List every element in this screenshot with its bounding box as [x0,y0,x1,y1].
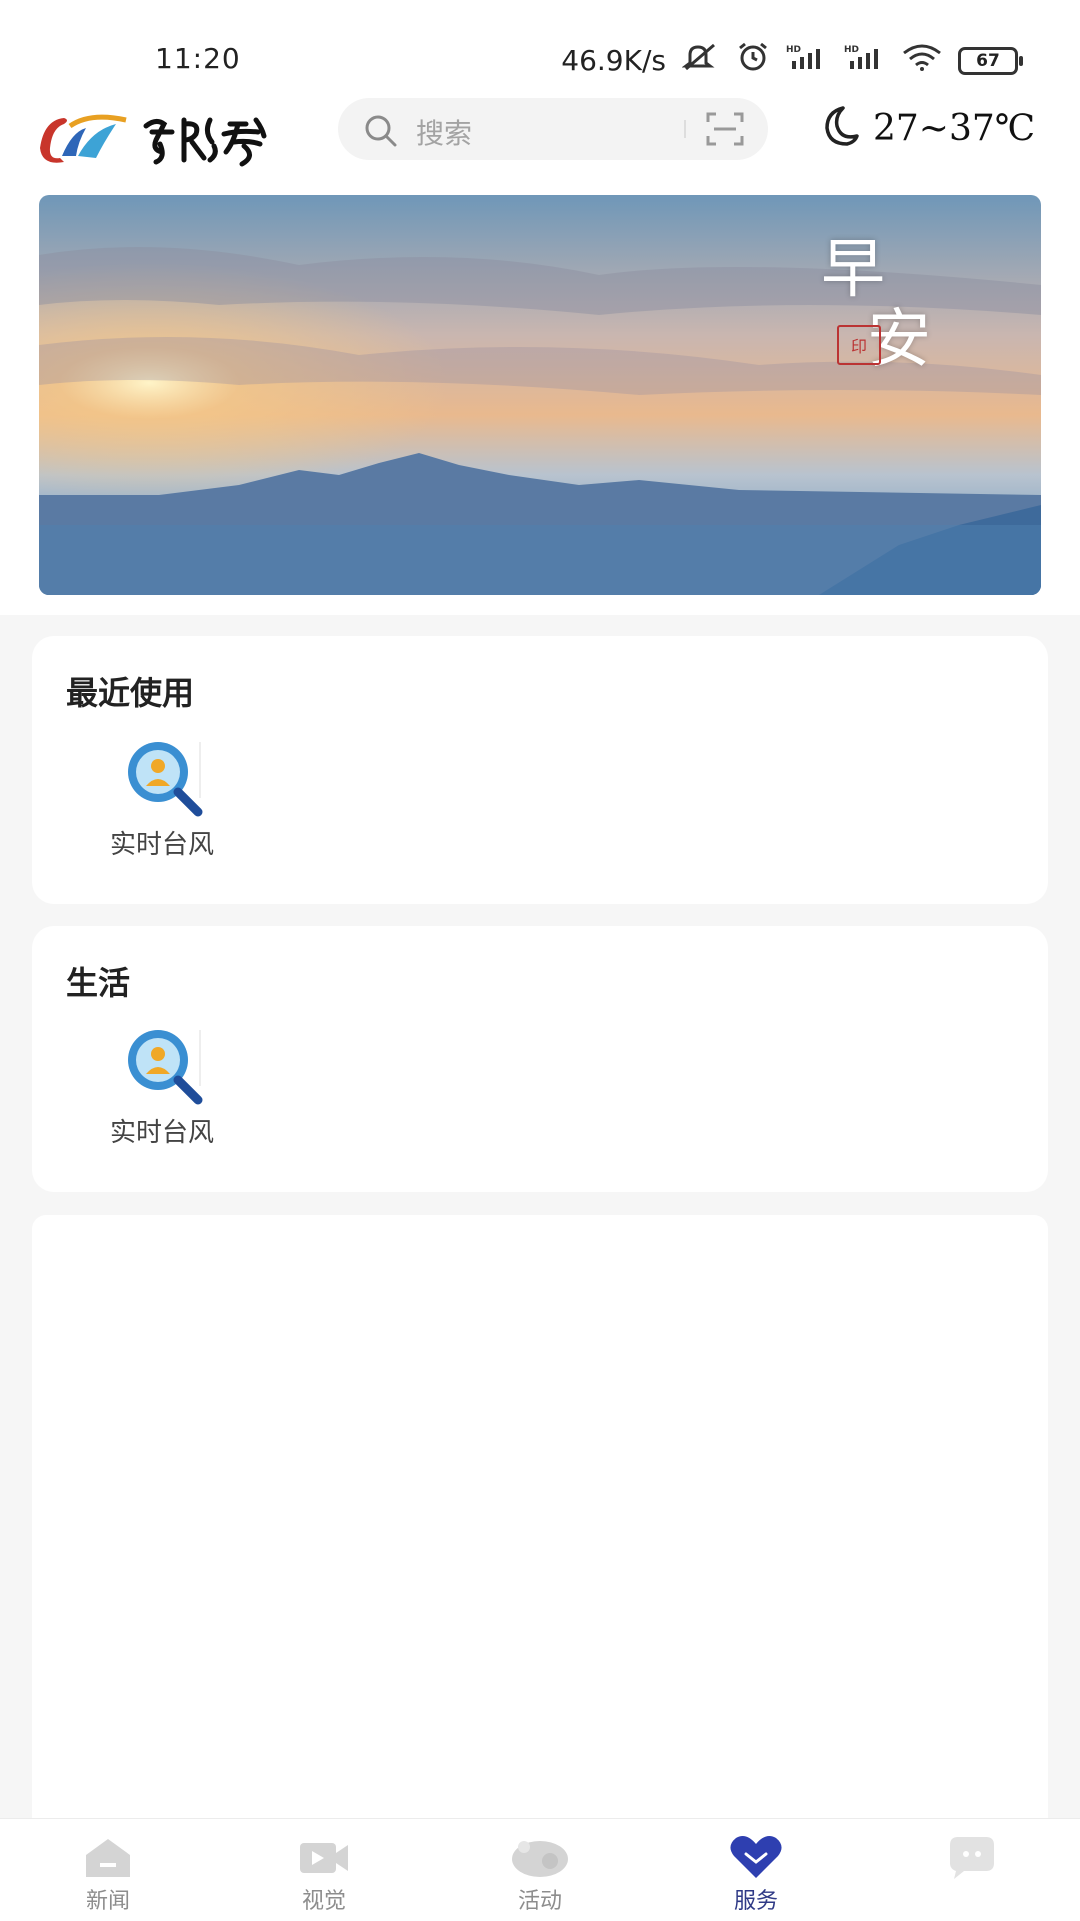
status-time: 11:20 [155,42,241,75]
moon-icon [815,104,859,152]
home-icon [48,1833,168,1881]
network-speed: 46.9K/s [561,44,666,77]
mute-icon [681,43,720,78]
svg-text:HD: HD [844,45,859,55]
banner-image[interactable]: 早 安 印 [39,195,1041,595]
recent-card: 最近使用 实时台风 [32,636,1048,904]
svg-text:HD: HD [786,45,801,55]
service-label: 实时台风 [109,1118,214,1148]
wifi-icon [902,43,942,78]
weather-widget[interactable]: 27~37℃ [815,104,1035,152]
tab-chat[interactable] [912,1833,1032,1883]
app-logo[interactable] [34,102,294,172]
bottom-tab-bar: 新闻 视觉 活动 服务 [0,1818,1080,1921]
scan-icon[interactable] [706,112,744,150]
temperature-text: 27~37℃ [873,107,1036,149]
status-icons: 46.9K/s HD HD 67 [561,42,1023,79]
app-header: 搜索 27~37℃ [0,90,1080,180]
service-typhoon-life[interactable]: 实时台风 [92,1026,232,1149]
search-icon [364,114,398,152]
battery-icon: 67 [958,46,1023,75]
service-label: 实时台风 [109,830,214,860]
service-typhoon-recent[interactable]: 实时台风 [92,738,232,861]
top-area: 11:20 46.9K/s HD HD 67 搜索 27~37℃ 早 安 印 [0,0,1080,615]
tab-activity[interactable]: 活动 [480,1833,600,1915]
section-title-life: 生活 [66,964,131,1002]
heart-icon [696,1833,816,1881]
search-bar[interactable]: 搜索 [338,98,768,160]
status-bar: 11:20 46.9K/s HD HD 67 [0,0,1080,90]
tab-news[interactable]: 新闻 [48,1833,168,1915]
seal-stamp: 印 [837,325,881,365]
search-input[interactable]: 搜索 [416,112,472,152]
chat-icon [912,1833,1032,1881]
search-divider [684,120,686,138]
tab-visual[interactable]: 视觉 [264,1833,384,1915]
life-card: 生活 实时台风 [32,926,1048,1192]
signal-hd-icon-2: HD [844,43,886,78]
activity-icon [480,1833,600,1881]
typhoon-search-icon [112,1026,212,1106]
signal-hd-icon-1: HD [786,43,828,78]
tab-service[interactable]: 服务 [696,1833,816,1915]
typhoon-search-icon [112,738,212,818]
content-area [32,1215,1048,1835]
alarm-icon [736,42,770,79]
video-icon [264,1833,384,1881]
section-title-recent: 最近使用 [66,674,195,712]
